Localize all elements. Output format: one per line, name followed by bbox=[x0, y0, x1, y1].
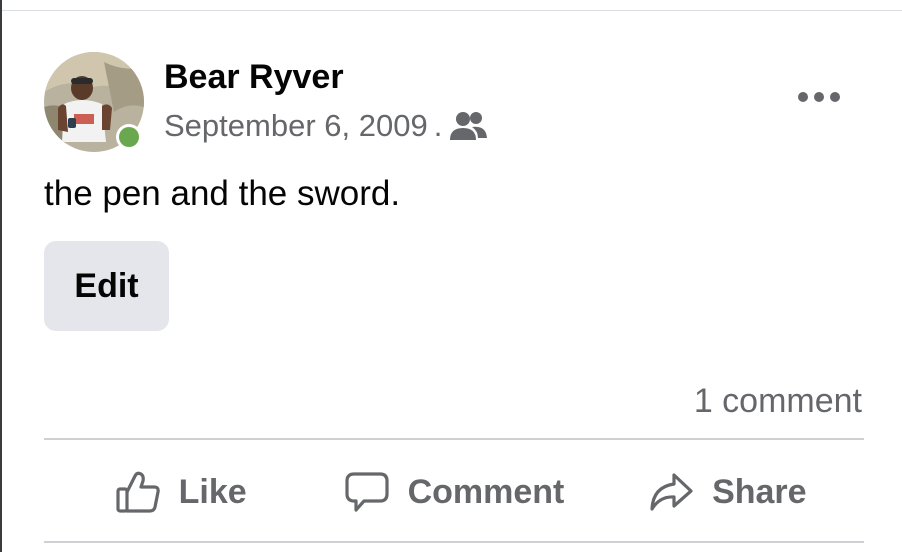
post-card: Bear Ryver September 6, 2009 . the pen a… bbox=[0, 0, 902, 552]
share-button[interactable]: Share bbox=[591, 452, 864, 532]
top-divider bbox=[2, 10, 902, 11]
like-button[interactable]: Like bbox=[44, 452, 317, 532]
comment-label: Comment bbox=[407, 472, 565, 511]
more-options-icon[interactable] bbox=[792, 80, 846, 114]
thumbs-up-icon bbox=[115, 470, 161, 514]
post-meta: September 6, 2009 . bbox=[164, 106, 488, 146]
post-actions-bar: Like Comment Share bbox=[44, 452, 864, 532]
actions-top-divider bbox=[44, 438, 864, 440]
speech-bubble-icon bbox=[344, 470, 390, 514]
friends-icon[interactable] bbox=[448, 110, 488, 142]
edit-button[interactable]: Edit bbox=[44, 241, 169, 331]
post-date[interactable]: September 6, 2009 bbox=[164, 108, 428, 144]
meta-separator: . bbox=[433, 108, 443, 143]
online-status-dot bbox=[119, 127, 139, 147]
actions-bottom-divider bbox=[44, 541, 864, 543]
post-text: the pen and the sword. bbox=[44, 174, 401, 213]
share-arrow-icon bbox=[648, 470, 694, 514]
share-label: Share bbox=[712, 472, 807, 511]
comment-count-link[interactable]: 1 comment bbox=[694, 380, 862, 422]
online-status-indicator bbox=[116, 124, 142, 150]
author-name[interactable]: Bear Ryver bbox=[164, 56, 344, 98]
like-label: Like bbox=[178, 472, 247, 511]
comment-button[interactable]: Comment bbox=[317, 452, 590, 532]
